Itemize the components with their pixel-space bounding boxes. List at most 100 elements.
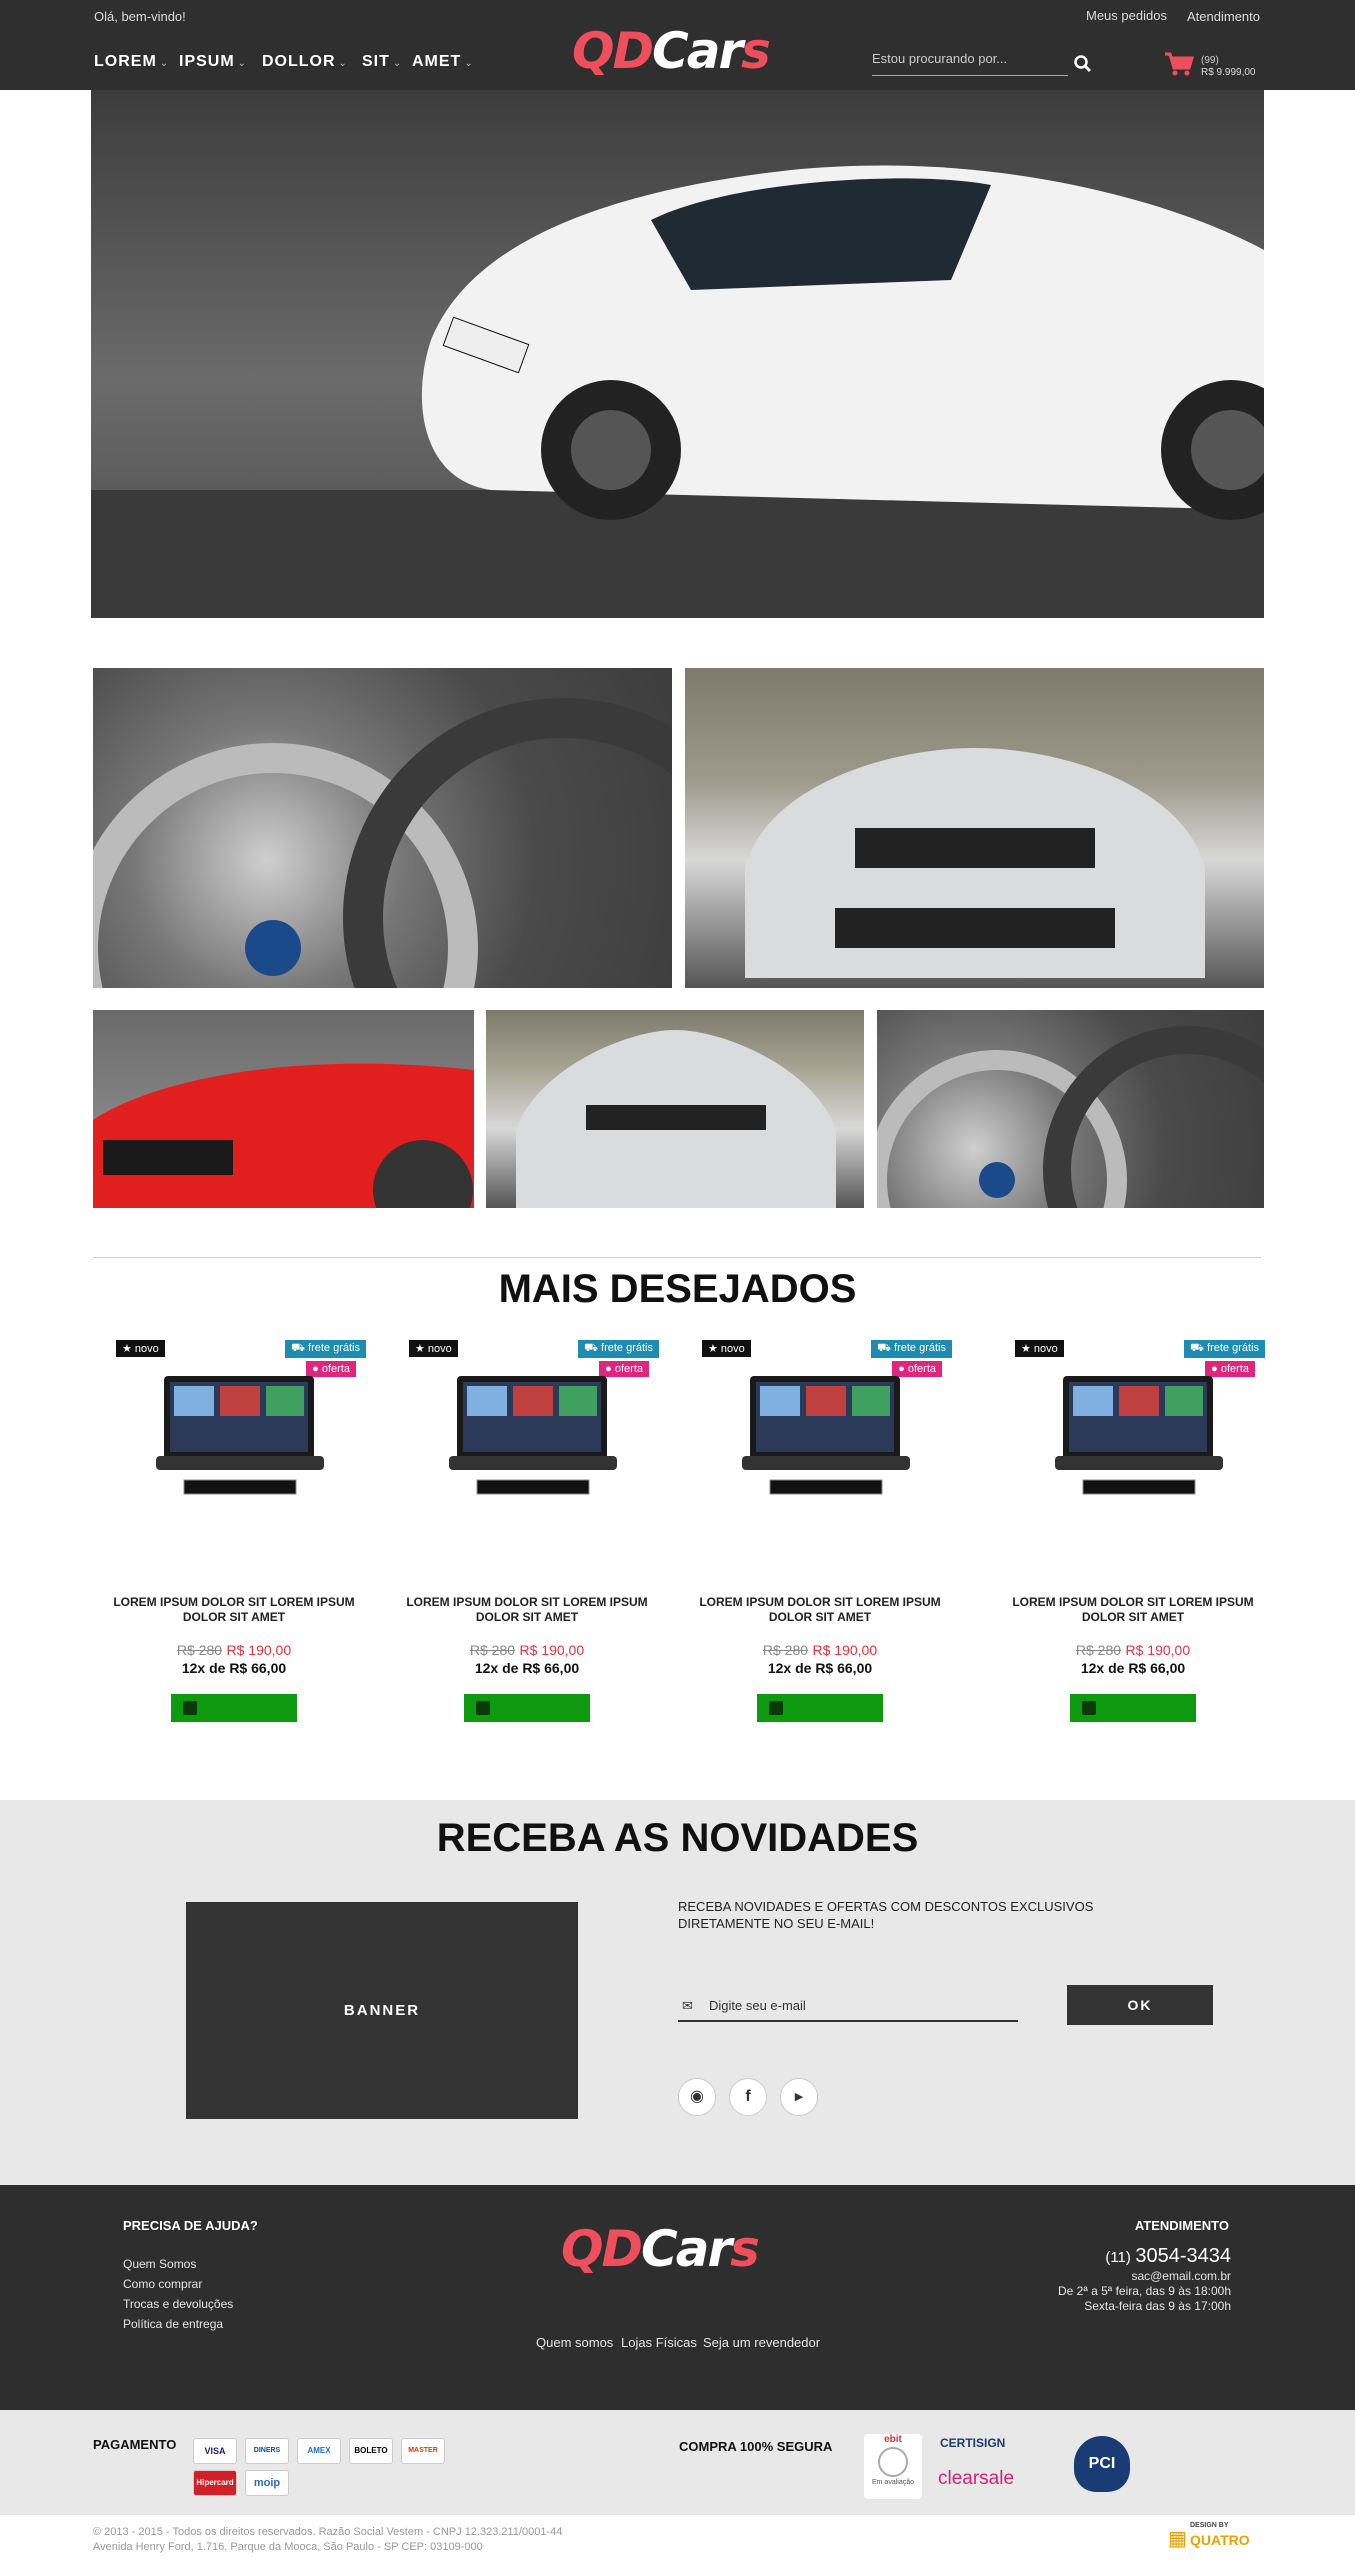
product-image[interactable] <box>449 1372 617 1497</box>
product-name[interactable]: LOREM IPSUM DOLOR SIT LOREM IPSUM DOLOR … <box>1003 1595 1263 1625</box>
welcome-text: Olá, bem-vindo! <box>94 9 186 24</box>
camaro-image <box>516 1030 836 1208</box>
promo-banner-wheels[interactable] <box>93 668 672 988</box>
product-card[interactable]: ★ novo ⛟ frete grátis ● oferta LOREM IPSUM … <box>397 1338 659 1728</box>
search-icon[interactable] <box>1074 55 1092 73</box>
wheel-image <box>93 698 672 988</box>
instagram-icon[interactable]: ◉ <box>678 2078 716 2116</box>
youtube-icon[interactable]: ▶ <box>780 2078 818 2116</box>
search-input[interactable]: Estou procurando por... <box>872 50 1068 76</box>
footer-center-link-about[interactable]: Quem somos <box>536 2335 613 2350</box>
cart-icon[interactable] <box>1164 52 1194 76</box>
email-placeholder: Digite seu e-mail <box>709 1998 806 2013</box>
footer-link-how-to-buy[interactable]: Como comprar <box>123 2277 202 2291</box>
cart-icon <box>769 1701 783 1715</box>
site-logo[interactable]: QDCars <box>572 22 771 80</box>
chevron-down-icon: ⌄ <box>237 58 248 69</box>
visa-icon: VISA <box>193 2438 237 2464</box>
promo-banner-camaro[interactable] <box>685 668 1264 988</box>
nav-item-amet[interactable]: AMET ⌄ <box>412 53 474 71</box>
product-price: R$ 280 R$ 190,00 <box>469 1642 585 1658</box>
subscribe-button[interactable]: OK <box>1067 1985 1213 2025</box>
chevron-down-icon: ⌄ <box>338 58 348 69</box>
product-image[interactable] <box>1055 1372 1223 1497</box>
help-title: PRECISA DE AJUDA? <box>123 2218 258 2233</box>
cart-total: R$ 9.999,00 <box>1201 67 1256 78</box>
footer: PRECISA DE AJUDA? Quem Somos Como compra… <box>0 2185 1355 2410</box>
footer-logo[interactable]: QDCars <box>561 2220 760 2278</box>
service-hours-2: Sexta-feira das 9 às 17:00h <box>1084 2299 1231 2313</box>
clearsale-seal: clearsale <box>938 2468 1015 2489</box>
nav-item-ipsum[interactable]: IPSUM ⌄ <box>179 53 247 71</box>
chevron-down-icon: ⌄ <box>392 58 403 69</box>
diners-icon: DINERS <box>245 2438 289 2464</box>
product-price: R$ 280 R$ 190,00 <box>762 1642 878 1658</box>
product-installments: 12x de R$ 66,00 <box>474 1660 580 1676</box>
footer-link-about[interactable]: Quem Somos <box>123 2257 196 2271</box>
buy-button[interactable] <box>1070 1694 1196 1722</box>
buy-button[interactable] <box>464 1694 590 1722</box>
certisign-seal: CERTISIGN <box>940 2436 1006 2450</box>
wheel-image <box>877 1026 1264 1208</box>
buy-button[interactable] <box>757 1694 883 1722</box>
newsletter-text: RECEBA NOVIDADES E OFERTAS COM DESCONTOS… <box>678 1899 1094 1931</box>
nav-item-lorem[interactable]: LOREM ⌄ <box>94 53 169 71</box>
product-price: R$ 280 R$ 190,00 <box>1075 1642 1191 1658</box>
badge-new: ★ novo <box>409 1340 458 1357</box>
chevron-down-icon: ⌄ <box>159 58 170 69</box>
link-my-orders[interactable]: Meus pedidos <box>1086 8 1167 23</box>
footer-center-link-reseller[interactable]: Seja um revendedor <box>703 2335 820 2350</box>
section-title: MAIS DESEJADOS <box>498 1267 857 1311</box>
newsletter-title: RECEBA AS NOVIDADES <box>436 1816 919 1860</box>
quatro-icon: ▦ <box>1168 2528 1187 2550</box>
newsletter-banner[interactable]: BANNER <box>186 1902 578 2119</box>
product-price: R$ 280 R$ 190,00 <box>176 1642 292 1658</box>
nav-item-dollor[interactable]: DOLLOR ⌄ <box>262 53 348 71</box>
product-image[interactable] <box>156 1372 324 1497</box>
legal-line-1: © 2013 - 2015 - Todos os direitos reserv… <box>93 2526 563 2538</box>
chevron-down-icon: ⌄ <box>464 58 474 69</box>
divider <box>93 1257 1261 1258</box>
footer-center-link-stores[interactable]: Lojas Físicas <box>621 2335 697 2350</box>
service-hours-1: De 2ª a 5ª feira, das 9 às 18:00h <box>1058 2284 1231 2298</box>
product-name[interactable]: LOREM IPSUM DOLOR SIT LOREM IPSUM DOLOR … <box>397 1595 657 1625</box>
link-support[interactable]: Atendimento <box>1187 9 1260 24</box>
product-card[interactable]: ★ novo ⛟ frete grátis ● oferta LOREM IPSUM … <box>1003 1338 1265 1728</box>
cart-icon <box>183 1701 197 1715</box>
email-field[interactable]: ✉ Digite seu e-mail <box>678 1990 1018 2022</box>
footer-link-delivery[interactable]: Política de entrega <box>123 2317 223 2331</box>
badge-free-shipping: ⛟ frete grátis <box>1184 1340 1265 1358</box>
camaro-image <box>745 748 1205 978</box>
product-name[interactable]: LOREM IPSUM DOLOR SIT LOREM IPSUM DOLOR … <box>104 1595 364 1625</box>
badge-new: ★ novo <box>116 1340 165 1357</box>
buy-button[interactable] <box>171 1694 297 1722</box>
payment-title: PAGAMENTO <box>93 2437 177 2452</box>
product-name[interactable]: LOREM IPSUM DOLOR SIT LOREM IPSUM DOLOR … <box>690 1595 950 1625</box>
boleto-icon: BOLETO <box>349 2438 393 2464</box>
legal-line-2: Avenida Henry Ford, 1.716, Parque da Moo… <box>93 2541 483 2553</box>
ebit-seal: ebit Em avaliação <box>864 2434 922 2499</box>
designer-logo[interactable]: DESIGN BY ▦ QUATRO <box>1168 2522 1264 2552</box>
badge-new: ★ novo <box>1015 1340 1064 1357</box>
product-installments: 12x de R$ 66,00 <box>181 1660 287 1676</box>
promo-banner-mustang[interactable] <box>93 1010 474 1208</box>
product-card[interactable]: ★ novo ⛟ frete grátis ● oferta LOREM IPSUM … <box>104 1338 366 1728</box>
product-image[interactable] <box>742 1372 910 1497</box>
nav-item-sit[interactable]: SIT ⌄ <box>362 53 402 71</box>
promo-banner-camaro-small[interactable] <box>486 1010 864 1208</box>
phone: (11) 3054-3434 <box>1105 2245 1231 2267</box>
facebook-icon[interactable]: f <box>729 2078 767 2116</box>
envelope-icon: ✉ <box>682 1998 693 2013</box>
mustang-image <box>93 1063 474 1208</box>
top-header: Olá, bem-vindo! Meus pedidos Atendimento… <box>0 0 1355 90</box>
amex-icon: AMEX <box>297 2438 341 2464</box>
product-card[interactable]: ★ novo ⛟ frete grátis ● oferta LOREM IPSUM … <box>690 1338 952 1728</box>
badge-free-shipping: ⛟ frete grátis <box>578 1340 659 1358</box>
pci-seal: PCI <box>1074 2436 1130 2492</box>
service-title: ATENDIMENTO <box>1134 2218 1229 2233</box>
product-installments: 12x de R$ 66,00 <box>1080 1660 1186 1676</box>
hero-banner[interactable] <box>91 90 1264 618</box>
badge-free-shipping: ⛟ frete grátis <box>871 1340 952 1358</box>
footer-link-returns[interactable]: Trocas e devoluções <box>123 2297 233 2311</box>
promo-banner-wheels-small[interactable] <box>877 1010 1264 1208</box>
